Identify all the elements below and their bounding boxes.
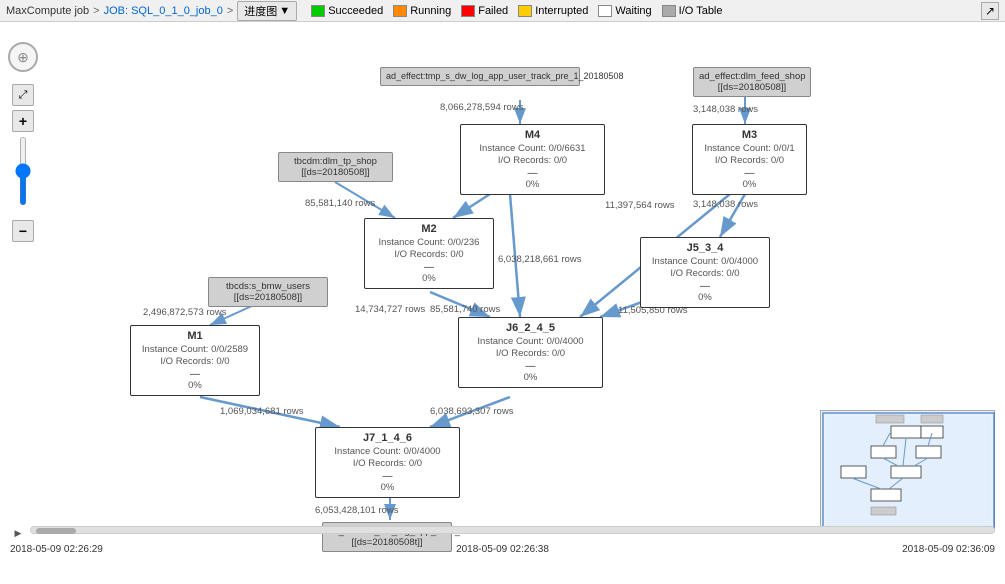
interrupted-icon xyxy=(518,5,532,17)
row-label-r2: 3,148,038 rows xyxy=(693,104,758,115)
job-id-link[interactable]: JOB: SQL_0_1_0_job_0 xyxy=(104,5,223,17)
datasource-tbcdm-dlm: tbcdm:dlm_tp_shop [[ds=20180508]] xyxy=(278,152,393,182)
io-table-icon xyxy=(662,5,676,17)
node-j6-2-4-5[interactable]: J6_2_4_5 Instance Count: 0/0/4000 I/O Re… xyxy=(458,317,603,388)
sep2: > xyxy=(227,5,233,17)
zoom-in-button[interactable]: + xyxy=(12,110,34,132)
row-label-r3: 85,581,140 rows xyxy=(305,198,375,209)
sep1: > xyxy=(93,5,99,17)
slider-handle[interactable]: ▶ xyxy=(10,528,26,538)
legend-failed: Failed xyxy=(461,5,508,17)
row-label-r6: 11,397,564 rows xyxy=(605,200,675,211)
legend-interrupted: Interrupted xyxy=(518,5,588,17)
zoom-slider-container xyxy=(20,136,26,216)
canvas: ⊕ ⤢ + − xyxy=(0,22,1005,560)
node-m1[interactable]: M1 Instance Count: 0/0/2589 I/O Records:… xyxy=(130,325,260,396)
legend-waiting: Waiting xyxy=(598,5,651,17)
minimap-svg xyxy=(821,411,996,531)
datasource-ad-effect-dlm: ad_effect:dlm_feed_shop [[ds=20180508]] xyxy=(693,67,811,97)
timestamp-2: 2018-05-09 02:26:38 xyxy=(456,544,549,555)
waiting-icon xyxy=(598,5,612,17)
scrollbar-thumb[interactable] xyxy=(36,528,76,534)
row-label-r9: 85,581,740 rows xyxy=(430,304,500,315)
row-label-r12: 6,038,693,307 rows xyxy=(430,406,513,417)
row-label-r1: 8,066,278,594 rows xyxy=(440,102,523,113)
row-label-r4: 3,148,038 rows xyxy=(693,199,758,210)
compass-button[interactable]: ⊕ xyxy=(8,42,38,72)
node-j7-1-4-6[interactable]: J7_1_4_6 Instance Count: 0/0/4000 I/O Re… xyxy=(315,427,460,498)
timestamp-3: 2018-05-09 02:36:09 xyxy=(902,544,995,555)
view-mode-button[interactable]: 进度图 ▼ xyxy=(237,1,297,21)
legend-succeeded: Succeeded xyxy=(311,5,383,17)
timestamp-1: 2018-05-09 02:26:29 xyxy=(10,544,103,555)
failed-icon xyxy=(461,5,475,17)
row-label-r13: 6,053,428,101 rows xyxy=(315,505,398,516)
legend: Succeeded Running Failed Interrupted Wai… xyxy=(311,5,722,17)
header: MaxCompute job > JOB: SQL_0_1_0_job_0 > … xyxy=(0,0,1005,22)
running-icon xyxy=(393,5,407,17)
row-label-r8: 14,734,727 rows xyxy=(355,304,425,315)
datasource-ad-effect-tmp: ad_effect:tmp_s_dw_log_app_user_track_pr… xyxy=(380,67,580,86)
toolbar: ⊕ ⤢ + − xyxy=(8,42,38,242)
node-m4[interactable]: M4 Instance Count: 0/0/6631 I/O Records:… xyxy=(460,124,605,195)
app-name: MaxCompute job xyxy=(6,5,89,17)
node-m3[interactable]: M3 Instance Count: 0/0/1 I/O Records: 0/… xyxy=(692,124,807,195)
zoom-slider[interactable] xyxy=(20,136,26,206)
legend-running: Running xyxy=(393,5,451,17)
row-label-r7: 2,496,872,573 rows xyxy=(143,307,226,318)
horizontal-scrollbar[interactable] xyxy=(30,526,995,534)
succeeded-icon xyxy=(311,5,325,17)
row-label-r11: 1,069,034,681 rows xyxy=(220,406,303,417)
legend-io-table: I/O Table xyxy=(662,5,723,17)
fullscreen-button[interactable]: ↗ xyxy=(981,2,999,20)
datasource-tbcds-s-bmw: tbcds:s_bmw_users [[ds=20180508]] xyxy=(208,277,328,307)
row-label-r5: 6,038,218,661 rows xyxy=(498,254,581,265)
timestamps: 2018-05-09 02:26:29 2018-05-09 02:26:38 … xyxy=(0,544,1005,555)
zoom-out-button[interactable]: − xyxy=(12,220,34,242)
node-j5-3-4[interactable]: J5_3_4 Instance Count: 0/0/4000 I/O Reco… xyxy=(640,237,770,308)
fit-button[interactable]: ⤢ xyxy=(12,84,34,106)
node-m2[interactable]: M2 Instance Count: 0/0/236 I/O Records: … xyxy=(364,218,494,289)
minimap[interactable] xyxy=(820,410,995,530)
